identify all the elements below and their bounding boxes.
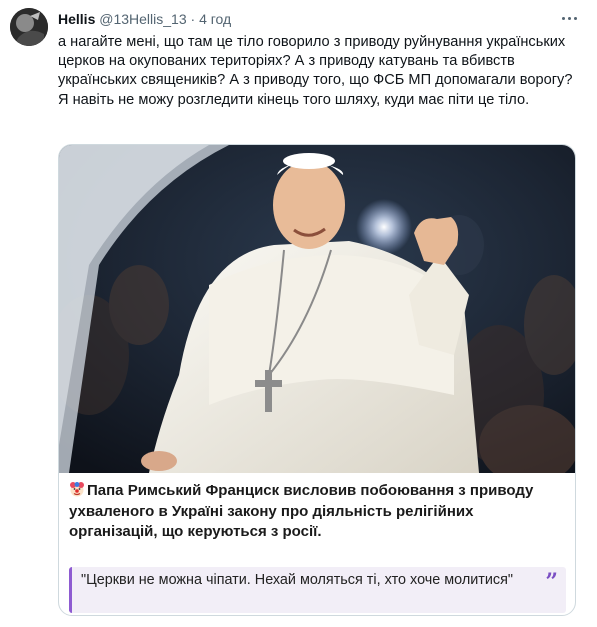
tweet-text: а нагайте мені, що там це тіло говорило … xyxy=(58,33,578,110)
author-avatar[interactable] xyxy=(10,8,48,46)
author-handle[interactable]: @13Hellis_13 xyxy=(99,11,186,27)
card-headline-text: Папа Римський Франциск висловив побоюван… xyxy=(69,482,534,540)
tweet-text-paragraph: а нагайте мені, що там це тіло говорило … xyxy=(58,34,573,89)
tweet: Hellis @13Hellis_13 · 4 год а нагайте ме… xyxy=(0,0,597,627)
tweet-timestamp[interactable]: 4 год xyxy=(199,11,231,27)
author-display-name[interactable]: Hellis xyxy=(58,11,95,27)
card-photo[interactable] xyxy=(59,145,575,473)
clown-face-icon xyxy=(70,482,84,497)
card-headline[interactable]: Папа Римський Франциск висловив побоюван… xyxy=(69,481,565,543)
link-card[interactable]: Папа Римський Франциск висловив побоюван… xyxy=(58,144,576,616)
quote-text: "Церкви не можна чіпати. Нехай моляться … xyxy=(81,572,514,588)
separator-dot: · xyxy=(190,11,196,27)
quote-block: "Церкви не можна чіпати. Нехай моляться … xyxy=(69,567,566,613)
quote-mark-icon: ” xyxy=(545,569,558,595)
more-options-button[interactable] xyxy=(559,8,579,28)
tweet-text-paragraph: Я навіть не можу розгледити кінець того … xyxy=(58,91,530,108)
tweet-header: Hellis @13Hellis_13 · 4 год xyxy=(58,10,231,28)
more-dots-icon xyxy=(561,16,565,20)
